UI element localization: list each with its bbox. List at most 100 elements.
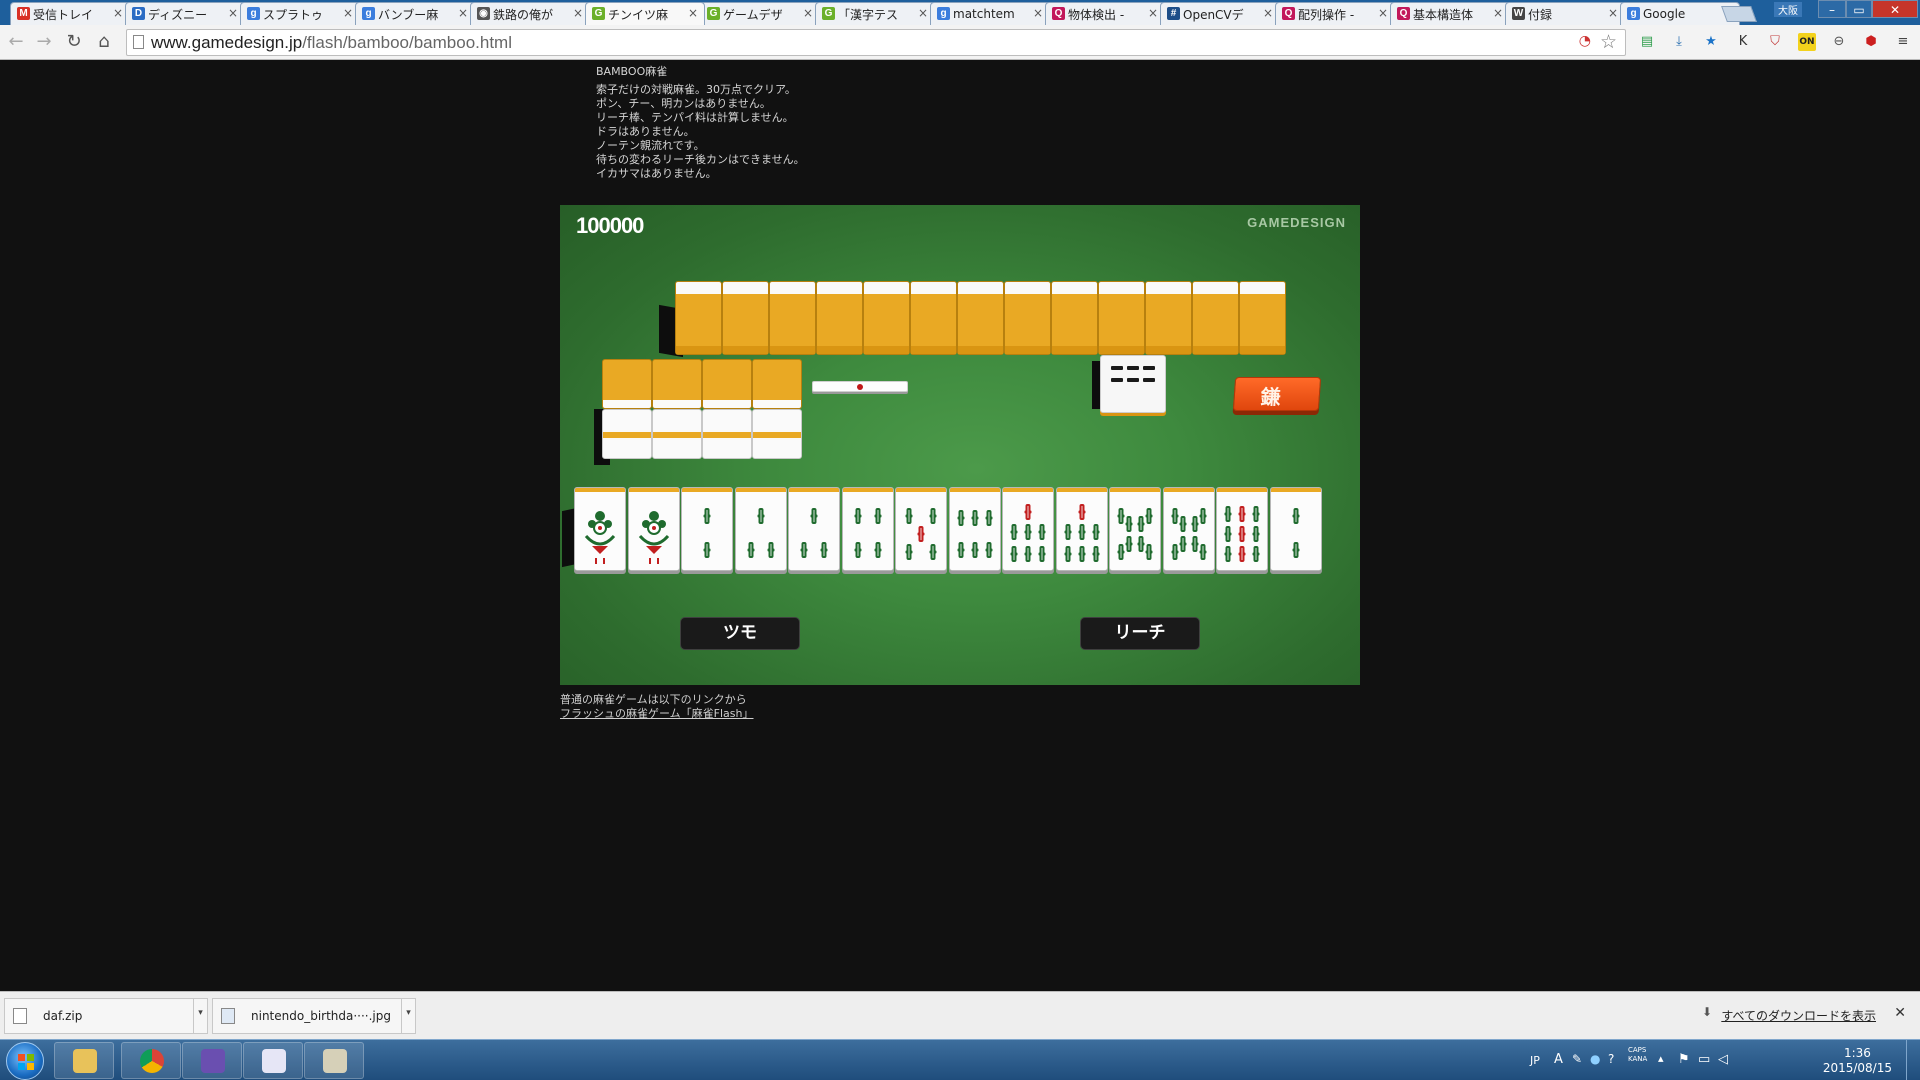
url-text[interactable]: www.gamedesign.jp/flash/bamboo/bamboo.ht… <box>151 33 512 53</box>
close-tab-icon[interactable]: × <box>1033 6 1043 20</box>
new-tab-button[interactable] <box>1721 6 1757 22</box>
caps-kana-indicator: CAPS KANA <box>1628 1046 1647 1064</box>
hand-tile-6s[interactable] <box>948 487 1001 571</box>
adblock-extension-icon[interactable]: ⬢ <box>1862 33 1880 51</box>
game-title: BAMBOO麻雀 <box>596 65 668 78</box>
close-tab-icon[interactable]: × <box>228 6 238 20</box>
site-icon: D <box>132 7 145 20</box>
help-icon[interactable]: ? <box>1608 1052 1614 1066</box>
browser-tab[interactable]: # OpenCVデ × <box>1160 2 1280 25</box>
ime-mode-icon[interactable]: A <box>1554 1052 1563 1067</box>
taskbar-app[interactable] <box>182 1042 242 1079</box>
hand-tile-3s[interactable] <box>734 487 787 571</box>
close-tab-icon[interactable]: × <box>573 6 583 20</box>
minus-extension-icon[interactable]: ⊖ <box>1830 33 1848 51</box>
network-icon[interactable]: ▭ <box>1698 1052 1710 1067</box>
hand-tile-2s[interactable] <box>681 487 733 571</box>
tools-icon[interactable]: ✎ <box>1572 1052 1582 1066</box>
dead-wall <box>594 359 806 465</box>
tsumo-button[interactable]: ツモ <box>680 617 800 650</box>
opponent-tile <box>769 281 816 355</box>
close-tab-icon[interactable]: × <box>458 6 468 20</box>
close-tab-icon[interactable]: × <box>803 6 813 20</box>
close-tab-icon[interactable]: × <box>1608 6 1618 20</box>
hand-tile-3s[interactable] <box>788 487 840 571</box>
minimize-button[interactable]: – <box>1818 0 1846 18</box>
maximize-button[interactable]: ▭ <box>1846 0 1872 18</box>
clock-date: 2015/08/15 <box>1822 1061 1892 1075</box>
close-tab-icon[interactable]: × <box>1493 6 1503 20</box>
close-tab-icon[interactable]: × <box>113 6 123 20</box>
mahjong-flash-link[interactable]: フラッシュの麻雀ゲーム「麻雀Flash」 <box>560 707 754 720</box>
close-tab-icon[interactable]: × <box>688 6 698 20</box>
taskbar-app[interactable] <box>243 1042 303 1079</box>
browser-tab[interactable]: G ゲームデザ × <box>700 2 820 25</box>
close-window-button[interactable]: ✕ <box>1872 0 1918 18</box>
browser-tab[interactable]: W 付録 × <box>1505 2 1625 25</box>
download-extension-icon[interactable]: ⤓ <box>1670 33 1688 51</box>
close-tab-icon[interactable]: × <box>1263 6 1273 20</box>
globe-icon[interactable]: ● <box>1590 1052 1600 1066</box>
game-canvas[interactable]: 100000 GAMEDESIGN 鎌 ツモ リーチ <box>560 205 1360 685</box>
close-shelf-button[interactable]: ✕ <box>1894 1005 1906 1021</box>
browser-tab[interactable]: D ディズニー × <box>125 2 245 25</box>
show-all-downloads-link[interactable]: すべてのダウンロードを表示 <box>1721 1007 1876 1024</box>
k-extension-icon[interactable]: K <box>1734 33 1752 51</box>
taskbar-app[interactable] <box>121 1042 181 1079</box>
hand-tile-9s[interactable] <box>1216 487 1268 571</box>
forward-icon[interactable]: → <box>34 32 54 52</box>
browser-tab[interactable]: g バンブー麻 × <box>355 2 475 25</box>
shield-extension-icon[interactable]: ⛉ <box>1766 33 1784 51</box>
browser-tab[interactable]: ◉ 鉄路の俺が × <box>470 2 590 25</box>
rule-line: リーチ棒、テンパイ料は計算しません。 <box>596 111 794 124</box>
hand-tile-2s[interactable] <box>1269 487 1322 571</box>
browser-tab[interactable]: g スプラトゥ × <box>240 2 360 25</box>
menu-icon[interactable]: ≡ <box>1894 33 1912 51</box>
browser-tab[interactable]: Q 基本構造体 × <box>1390 2 1510 25</box>
ime-lang[interactable]: JP <box>1530 1054 1540 1067</box>
browser-tab[interactable]: Q 配列操作 - × <box>1275 2 1395 25</box>
close-tab-icon[interactable]: × <box>1148 6 1158 20</box>
close-tab-icon[interactable]: × <box>1378 6 1388 20</box>
browser-tab[interactable]: G チンイツ麻 × <box>585 2 705 25</box>
page-action-icon[interactable]: ◔ <box>1579 33 1591 49</box>
download-item[interactable]: nintendo_birthda····.jpg ▾ <box>212 998 416 1034</box>
close-tab-icon[interactable]: × <box>918 6 928 20</box>
hand-tile-5s[interactable] <box>895 487 947 571</box>
bookmark-extension-icon[interactable]: ★ <box>1702 33 1720 51</box>
riichi-button[interactable]: リーチ <box>1080 617 1200 650</box>
home-icon[interactable]: ⌂ <box>94 32 114 52</box>
profile-label[interactable]: 大阪 <box>1774 2 1802 17</box>
paint-icon <box>323 1049 347 1073</box>
browser-tab[interactable]: g matchtem × <box>930 2 1050 25</box>
hand-tile-1s[interactable] <box>574 487 626 571</box>
translate-extension-icon[interactable]: ▤ <box>1638 33 1656 51</box>
hand-tile-7s[interactable] <box>1002 487 1054 571</box>
address-bar[interactable]: www.gamedesign.jp/flash/bamboo/bamboo.ht… <box>126 29 1626 56</box>
taskbar-app[interactable] <box>54 1042 114 1079</box>
on-extension-icon[interactable]: ON <box>1798 33 1816 51</box>
grid-icon: # <box>1167 7 1180 20</box>
action-center-icon[interactable]: ⚑ <box>1678 1052 1690 1067</box>
browser-tab[interactable]: G 「漢字テス × <box>815 2 935 25</box>
hand-tile-8s[interactable] <box>1109 487 1161 571</box>
download-menu-arrow[interactable]: ▾ <box>193 999 207 1033</box>
browser-tab[interactable]: Q 物体検出 - × <box>1045 2 1165 25</box>
browser-tab[interactable]: M 受信トレイ × <box>10 2 130 25</box>
tray-expand-icon[interactable]: ▴ <box>1658 1052 1664 1065</box>
back-icon[interactable]: ← <box>6 32 26 52</box>
hand-tile-8s[interactable] <box>1162 487 1215 571</box>
clock[interactable]: 1:36 2015/08/15 <box>1823 1046 1892 1076</box>
show-desktop-button[interactable] <box>1906 1040 1920 1080</box>
volume-icon[interactable]: ◁ <box>1718 1052 1728 1067</box>
hand-tile-4s[interactable] <box>841 487 894 571</box>
bookmark-star-icon[interactable]: ☆ <box>1600 31 1617 53</box>
taskbar-app[interactable] <box>304 1042 364 1079</box>
hand-tile-1s[interactable] <box>627 487 680 571</box>
download-menu-arrow[interactable]: ▾ <box>401 999 415 1033</box>
close-tab-icon[interactable]: × <box>343 6 353 20</box>
reload-icon[interactable]: ↻ <box>64 32 84 52</box>
start-button[interactable] <box>6 1042 44 1080</box>
hand-tile-7s[interactable] <box>1055 487 1108 571</box>
download-item[interactable]: daf.zip ▾ <box>4 998 208 1034</box>
